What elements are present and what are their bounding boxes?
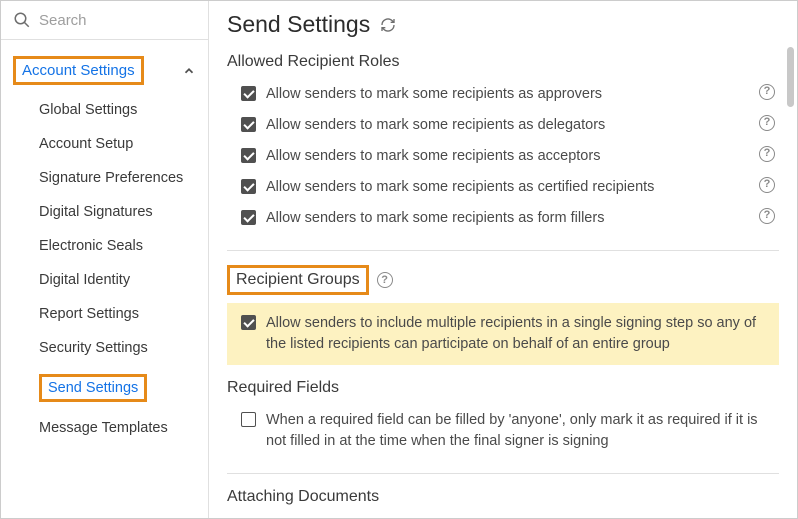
divider — [227, 473, 779, 474]
section-title-recipient-groups: Recipient Groups ? — [227, 265, 779, 295]
page-title: Send Settings — [227, 11, 370, 38]
option-label: Allow senders to include multiple recipi… — [266, 313, 775, 355]
option-label: Allow senders to mark some recipients as… — [266, 84, 749, 105]
checkbox-recipient-groups[interactable] — [241, 315, 256, 330]
help-icon[interactable]: ? — [377, 272, 393, 288]
option-label: Allow senders to mark some recipients as… — [266, 146, 749, 167]
help-icon[interactable]: ? — [759, 146, 775, 162]
nav-item-message-templates[interactable]: Message Templates — [21, 411, 208, 445]
nav-section: Account Settings Global Settings Account… — [1, 40, 208, 445]
checkbox-acceptors[interactable] — [241, 148, 256, 163]
option-approvers: Allow senders to mark some recipients as… — [227, 79, 779, 110]
nav-header-account-settings[interactable]: Account Settings — [1, 48, 208, 93]
sidebar: Account Settings Global Settings Account… — [1, 1, 209, 518]
nav-item-digital-signatures[interactable]: Digital Signatures — [21, 195, 208, 229]
nav-header-label: Account Settings — [13, 56, 144, 85]
nav-item-send-settings[interactable]: Send Settings — [21, 365, 208, 411]
section-title-required-fields: Required Fields — [227, 379, 779, 397]
scrollbar-thumb[interactable] — [787, 47, 794, 107]
chevron-up-icon — [182, 64, 196, 78]
help-icon[interactable]: ? — [759, 177, 775, 193]
nav-items: Global Settings Account Setup Signature … — [1, 93, 208, 445]
nav-item-signature-preferences[interactable]: Signature Preferences — [21, 161, 208, 195]
page-title-row: Send Settings — [227, 11, 779, 38]
nav-item-report-settings[interactable]: Report Settings — [21, 297, 208, 331]
option-required-fields: When a required field can be filled by '… — [227, 405, 779, 457]
option-label: Allow senders to mark some recipients as… — [266, 115, 749, 136]
checkbox-certified[interactable] — [241, 179, 256, 194]
help-icon[interactable]: ? — [759, 84, 775, 100]
refresh-icon[interactable] — [380, 17, 396, 33]
option-recipient-groups: Allow senders to include multiple recipi… — [227, 303, 779, 365]
checkbox-form-fillers[interactable] — [241, 210, 256, 225]
search-input[interactable] — [39, 12, 196, 29]
option-label: Allow senders to mark some recipients as… — [266, 177, 749, 198]
search-icon — [13, 11, 31, 29]
option-certified: Allow senders to mark some recipients as… — [227, 172, 779, 203]
section-title-attaching-documents: Attaching Documents — [227, 488, 779, 506]
help-icon[interactable]: ? — [759, 208, 775, 224]
nav-item-global-settings[interactable]: Global Settings — [21, 93, 208, 127]
main-content: Send Settings Allowed Recipient Roles Al… — [209, 1, 797, 518]
option-label: When a required field can be filled by '… — [266, 410, 775, 452]
checkbox-delegators[interactable] — [241, 117, 256, 132]
search-row — [1, 1, 208, 40]
checkbox-approvers[interactable] — [241, 86, 256, 101]
checkbox-required-fields[interactable] — [241, 412, 256, 427]
option-form-fillers: Allow senders to mark some recipients as… — [227, 203, 779, 234]
section-title-allowed-roles: Allowed Recipient Roles — [227, 53, 779, 71]
option-label: Allow senders to mark some recipients as… — [266, 208, 749, 229]
option-delegators: Allow senders to mark some recipients as… — [227, 110, 779, 141]
nav-item-electronic-seals[interactable]: Electronic Seals — [21, 229, 208, 263]
nav-item-account-setup[interactable]: Account Setup — [21, 127, 208, 161]
divider — [227, 250, 779, 251]
nav-item-digital-identity[interactable]: Digital Identity — [21, 263, 208, 297]
help-icon[interactable]: ? — [759, 115, 775, 131]
nav-item-security-settings[interactable]: Security Settings — [21, 331, 208, 365]
section-desc-attaching: Please choose at least one way to attach… — [227, 514, 779, 518]
option-acceptors: Allow senders to mark some recipients as… — [227, 141, 779, 172]
